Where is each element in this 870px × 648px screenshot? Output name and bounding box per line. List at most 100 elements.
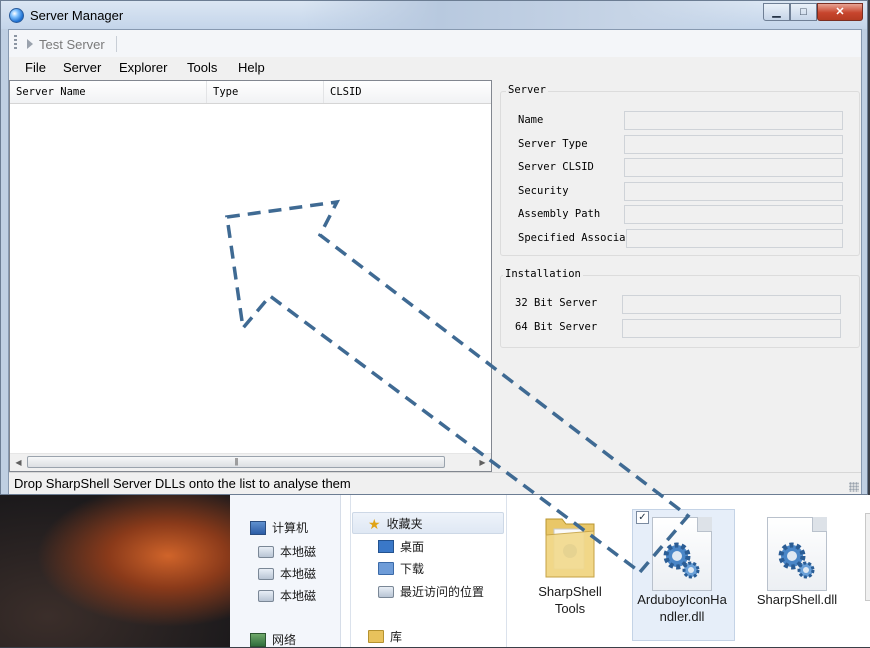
server-list-header: Server Name Type CLSID: [10, 81, 491, 104]
nav-computer[interactable]: 计算机: [250, 519, 308, 536]
drive-icon: [258, 567, 274, 580]
splitter[interactable]: [492, 80, 498, 472]
name-label: Name: [518, 114, 544, 126]
drive-icon: [258, 589, 274, 602]
explorer-edge: [865, 513, 870, 601]
server-type-label: Server Type: [518, 138, 588, 150]
app-icon: [9, 8, 24, 23]
favorites-recent[interactable]: 最近访问的位置: [378, 583, 484, 600]
server-group-title: Server: [506, 84, 548, 96]
menu-explorer[interactable]: Explorer: [117, 60, 169, 75]
server-list[interactable]: Server Name Type CLSID ◀ ||| ▶: [9, 80, 492, 472]
play-icon: [27, 39, 33, 49]
assembly-path-field[interactable]: [624, 205, 843, 224]
favorites-label: 收藏夹: [386, 517, 423, 531]
network-icon: [250, 632, 266, 647]
recent-places-icon: [378, 585, 394, 598]
favorites-desktop[interactable]: 桌面: [378, 538, 424, 555]
server-clsid-label: Server CLSID: [518, 161, 594, 173]
desktop-wallpaper: [0, 495, 240, 647]
folder-icon: [540, 511, 600, 583]
test-server-label: Test Server: [39, 36, 105, 52]
favorites-header[interactable]: ★ 收藏夹: [368, 515, 423, 532]
file-item[interactable]: SharpShell.dll: [742, 517, 852, 608]
maximize-button[interactable]: □: [790, 3, 817, 21]
download-icon: [378, 562, 394, 575]
nav-drive-label: 本地磁: [280, 589, 317, 603]
desktop-icon: [378, 540, 394, 553]
installation-group: Installation 32 Bit Server 64 Bit Server: [500, 268, 860, 348]
close-button[interactable]: ✕: [817, 3, 863, 21]
favorites-libraries[interactable]: 库: [368, 628, 402, 645]
menu-bar: File Server Explorer Tools Help: [9, 57, 861, 79]
32-bit-server-label: 32 Bit Server: [515, 297, 598, 309]
favorites-downloads[interactable]: 下载: [378, 560, 424, 577]
file-label: ArduboyIconHa: [637, 592, 727, 607]
file-item[interactable]: SharpShell Tools: [515, 511, 625, 617]
test-server-button[interactable]: Test Server: [27, 35, 105, 53]
assembly-path-label: Assembly Path: [518, 208, 601, 220]
library-icon: [368, 630, 384, 643]
server-clsid-field[interactable]: [624, 158, 843, 177]
scroll-right-icon[interactable]: ▶: [474, 454, 491, 471]
server-type-field[interactable]: [624, 135, 843, 154]
64-bit-server-field[interactable]: [622, 319, 841, 338]
favorites-recent-label: 最近访问的位置: [400, 585, 485, 599]
computer-icon: [250, 520, 266, 535]
name-field[interactable]: [624, 111, 843, 130]
server-group: Server Name Server Type Server CLSID Sec…: [500, 84, 860, 256]
menu-server[interactable]: Server: [61, 60, 103, 75]
dll-gear-icon: [652, 517, 712, 591]
horizontal-scrollbar[interactable]: ◀ ||| ▶: [10, 453, 491, 471]
favorites-libraries-label: 库: [390, 630, 403, 644]
window-title: Server Manager: [30, 8, 124, 23]
resize-grip-icon[interactable]: [849, 482, 859, 492]
file-label: SharpShell: [538, 584, 602, 599]
dll-gear-icon: [767, 517, 827, 591]
window-client-area: Test Server File Server Explorer Tools H…: [8, 29, 862, 494]
status-text: Drop SharpShell Server DLLs onto the lis…: [14, 476, 351, 491]
scrollbar-thumb[interactable]: |||: [27, 456, 445, 468]
toolbar-grip-icon[interactable]: [14, 35, 17, 51]
file-label: ndler.dll: [659, 609, 705, 624]
column-header-clsid[interactable]: CLSID: [324, 81, 491, 103]
explorer-window: 计算机 本地磁 本地磁 本地磁 网络 ★ 收藏夹 桌面 下载 最近访问的位置 库…: [230, 495, 870, 647]
specified-associations-label: Specified Associat: [518, 232, 625, 244]
security-field[interactable]: [624, 182, 843, 201]
server-list-body[interactable]: [10, 103, 491, 453]
file-label: Tools: [554, 601, 586, 616]
column-header-type[interactable]: Type: [207, 81, 324, 103]
installation-group-title: Installation: [503, 268, 583, 280]
file-label: SharpShell.dll: [756, 592, 838, 607]
64-bit-server-label: 64 Bit Server: [515, 321, 598, 333]
star-icon: ★: [368, 515, 381, 532]
toolbar: Test Server: [9, 30, 861, 58]
drive-icon: [258, 545, 274, 558]
minimize-button[interactable]: ▁: [763, 3, 790, 21]
specified-associations-field[interactable]: [626, 229, 843, 248]
title-bar-glass: [301, 1, 761, 29]
nav-drive[interactable]: 本地磁: [258, 565, 316, 582]
nav-drive[interactable]: 本地磁: [258, 587, 316, 604]
title-bar[interactable]: Server Manager ▁ □ ✕: [1, 1, 867, 29]
nav-computer-label: 计算机: [272, 521, 309, 535]
file-item-selected[interactable]: ArduboyIconHa ndler.dll: [627, 517, 737, 625]
toolbar-separator: [116, 36, 117, 52]
nav-drive-label: 本地磁: [280, 567, 317, 581]
server-manager-window: Server Manager ▁ □ ✕ Test Server File Se…: [0, 0, 868, 495]
favorites-downloads-label: 下载: [400, 562, 425, 576]
status-bar: Drop SharpShell Server DLLs onto the lis…: [9, 472, 861, 494]
favorites-desktop-label: 桌面: [400, 540, 425, 554]
menu-file[interactable]: File: [23, 60, 48, 75]
nav-network-label: 网络: [272, 633, 297, 647]
column-header-server-name[interactable]: Server Name: [10, 81, 207, 103]
nav-drive[interactable]: 本地磁: [258, 543, 316, 560]
menu-tools[interactable]: Tools: [185, 60, 219, 75]
menu-help[interactable]: Help: [236, 60, 267, 75]
security-label: Security: [518, 185, 569, 197]
32-bit-server-field[interactable]: [622, 295, 841, 314]
explorer-nav-pane: 计算机 本地磁 本地磁 本地磁 网络: [230, 495, 341, 647]
scroll-left-icon[interactable]: ◀: [10, 454, 27, 471]
nav-network[interactable]: 网络: [250, 631, 296, 648]
nav-drive-label: 本地磁: [280, 545, 317, 559]
